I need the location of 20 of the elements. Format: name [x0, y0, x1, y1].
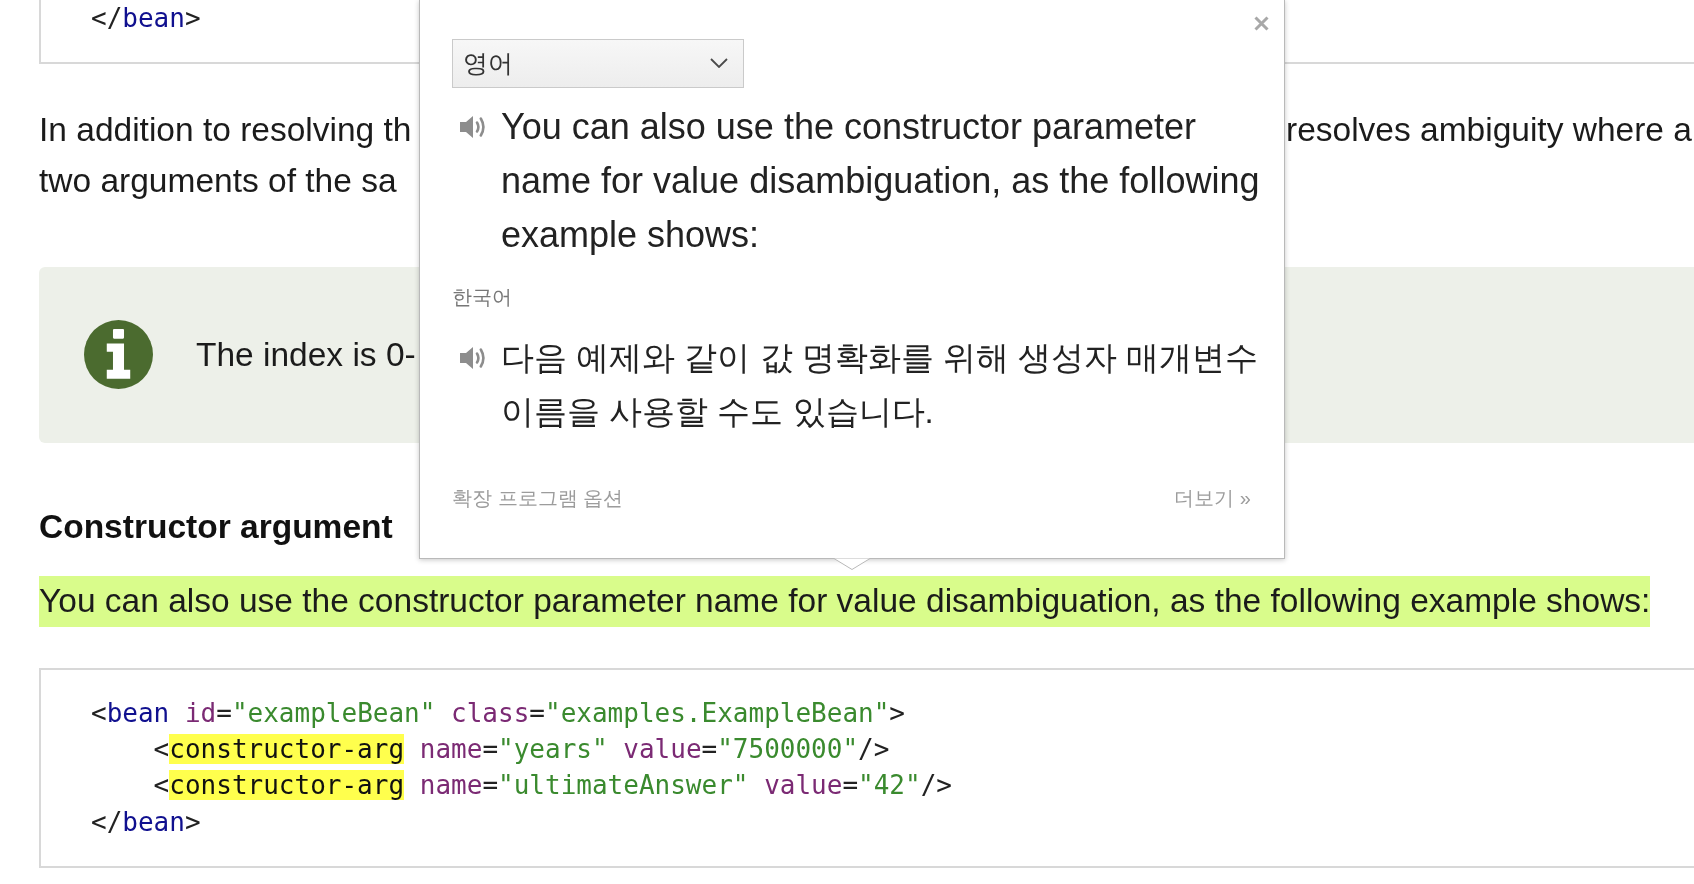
section-heading: Constructor argument: [39, 506, 393, 547]
code-line: <constructor-arg name="years" value="7500000"/>: [152, 732, 890, 766]
paragraph-text: resolves ambiguity where a: [1286, 110, 1692, 151]
options-link[interactable]: 확장 프로그램 옵션: [452, 483, 624, 513]
paragraph-text: In addition to resolving th: [39, 110, 412, 151]
info-icon: [84, 320, 153, 390]
language-dropdown[interactable]: 영어: [452, 39, 744, 88]
code-line: </bean>: [91, 805, 201, 839]
code-line: </bean>: [91, 2, 201, 35]
chevron-down-icon: [710, 58, 728, 69]
more-link[interactable]: 더보기 »: [1174, 483, 1251, 513]
code-line: <constructor-arg name="ultimateAnswer" value="42"/>: [152, 769, 952, 803]
source-text: You can also use the constructor parameter name for value disambiguation, as the following example shows:: [501, 104, 1261, 257]
paragraph-text: two arguments of the sa: [39, 161, 397, 202]
code-line: <bean id="exampleBean" class="examples.ExampleBean">: [91, 696, 905, 730]
language-label: 한국어: [452, 286, 512, 308]
note-text: The index is 0-: [196, 334, 416, 375]
translated-text: 다음 예제와 같이 값 명확화를 위해 생성자 매개변수 이름을 사용할 수도 있습니다.: [501, 337, 1260, 432]
highlighted-paragraph: You can also use the constructor parameter name for value disambiguation, as the following example shows:: [39, 575, 1651, 627]
close-icon[interactable]: [1254, 15, 1269, 31]
